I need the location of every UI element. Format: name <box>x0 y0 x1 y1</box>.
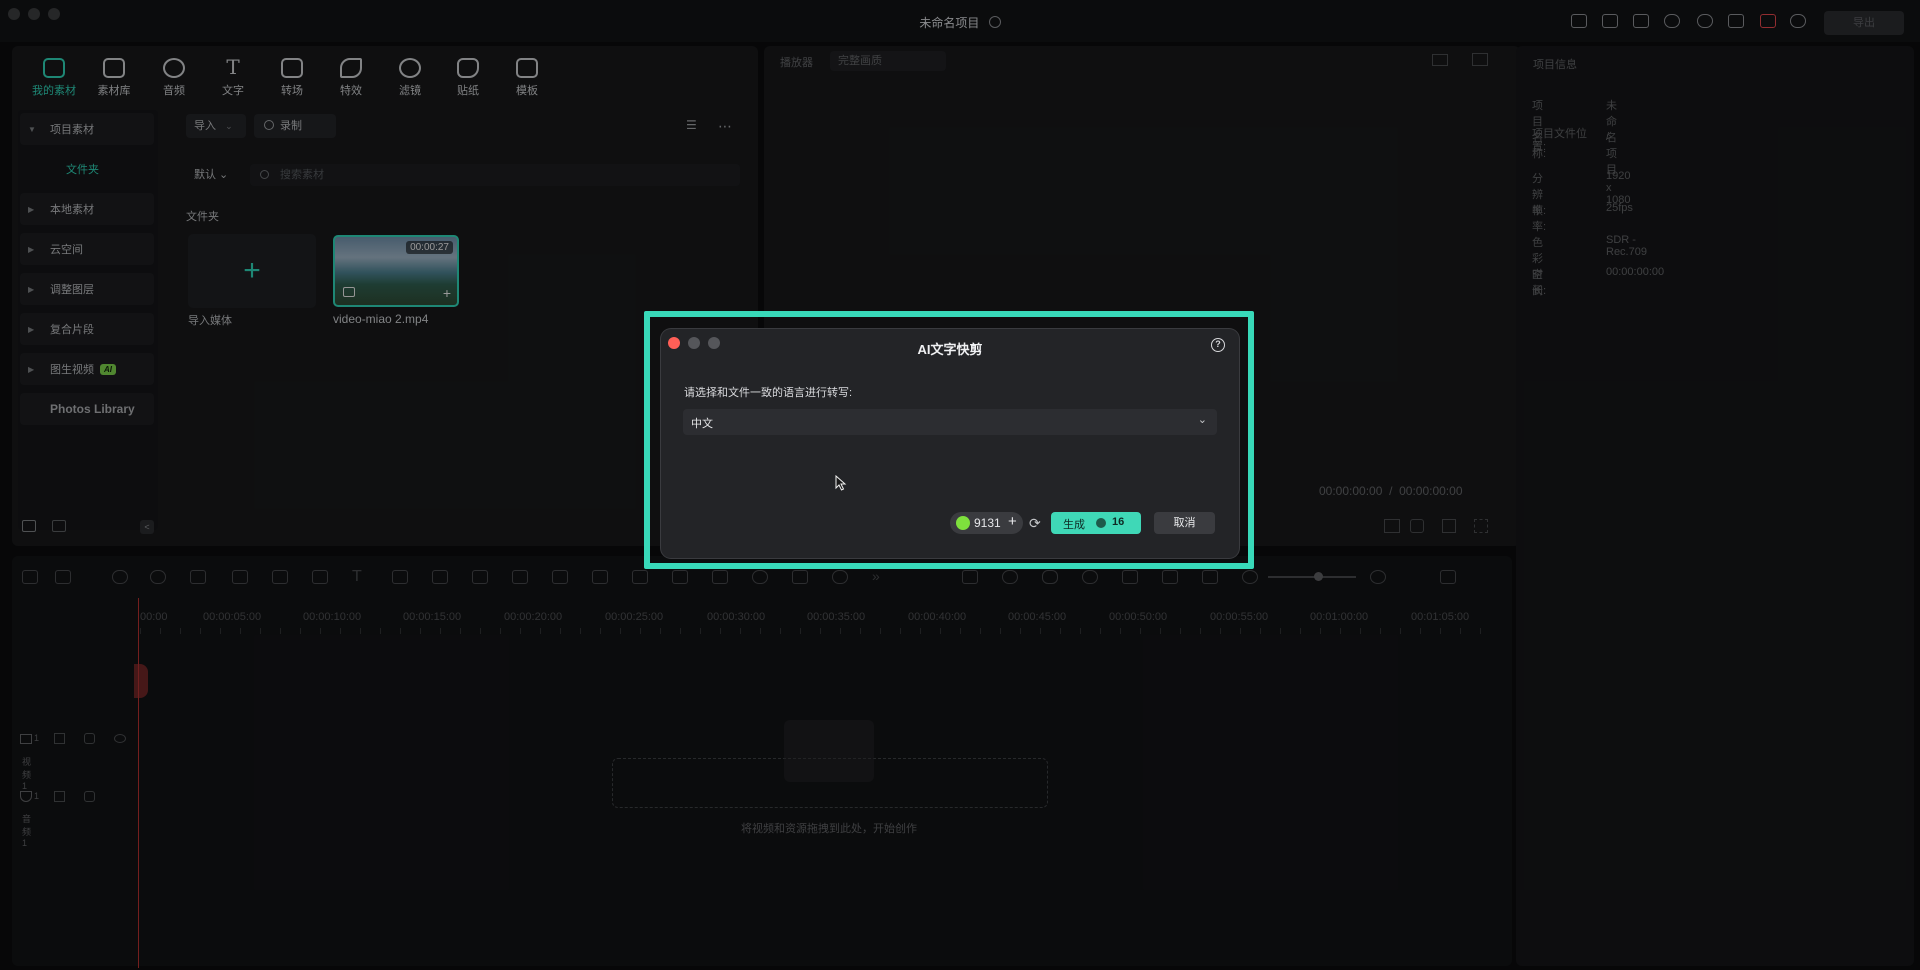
credit-coin-icon <box>956 516 970 530</box>
add-credits-icon[interactable]: + <box>1008 513 1017 530</box>
refresh-icon[interactable]: ⟳ <box>1029 515 1041 532</box>
ai-text-cut-dialog: AI文字快剪 ? 请选择和文件一致的语言进行转写: 中文 ⌄ 9131 + ⟳ … <box>661 329 1239 558</box>
generate-cost: 16 <box>1112 516 1125 528</box>
chevron-down-icon: ⌄ <box>1197 414 1207 426</box>
cancel-button[interactable]: 取消 <box>1154 512 1215 534</box>
generate-button[interactable]: 生成 16 <box>1051 512 1141 534</box>
language-value: 中文 <box>691 418 713 430</box>
generate-label: 生成 <box>1063 519 1085 531</box>
credits-balance: 9131 + <box>950 512 1023 534</box>
mouse-cursor <box>835 474 847 491</box>
dialog-prompt: 请选择和文件一致的语言进行转写: <box>684 387 853 399</box>
credits-value: 9131 <box>974 516 1001 530</box>
dialog-title: AI文字快剪 <box>917 342 983 357</box>
help-icon[interactable]: ? <box>1211 338 1225 352</box>
language-select[interactable]: 中文 ⌄ <box>683 409 1217 435</box>
credit-coin-icon <box>1096 518 1106 528</box>
